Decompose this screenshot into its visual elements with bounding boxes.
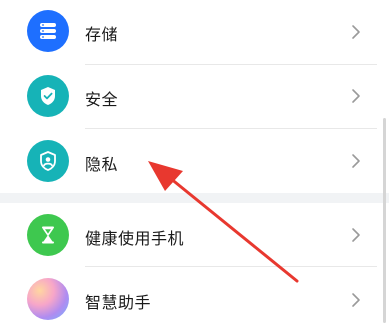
settings-item-label: 安全 [85, 90, 119, 109]
assistant-orb-icon [27, 278, 69, 320]
settings-screen: 存储 安全 隐私 健康使用手机 智慧助手 [0, 0, 389, 323]
storage-icon [27, 10, 69, 52]
settings-item-label: 智慧助手 [85, 293, 152, 312]
settings-item-storage[interactable]: 存储 [0, 0, 389, 64]
settings-item-smart-assistant[interactable]: 智慧助手 [0, 267, 389, 323]
chevron-right-icon [352, 89, 360, 103]
chevron-right-icon [352, 293, 360, 307]
settings-item-digital-balance[interactable]: 健康使用手机 [0, 203, 389, 266]
scrollbar[interactable] [383, 118, 386, 323]
settings-item-privacy[interactable]: 隐私 [0, 129, 389, 193]
settings-item-label: 存储 [85, 25, 119, 44]
shield-icon [27, 75, 69, 117]
settings-item-label: 隐私 [85, 155, 119, 174]
settings-item-security[interactable]: 安全 [0, 65, 389, 128]
section-separator [0, 193, 389, 203]
privacy-icon [27, 140, 69, 182]
chevron-right-icon [352, 228, 360, 242]
settings-item-label: 健康使用手机 [85, 229, 185, 248]
hourglass-icon [27, 214, 69, 256]
chevron-right-icon [352, 25, 360, 39]
chevron-right-icon [352, 154, 360, 168]
